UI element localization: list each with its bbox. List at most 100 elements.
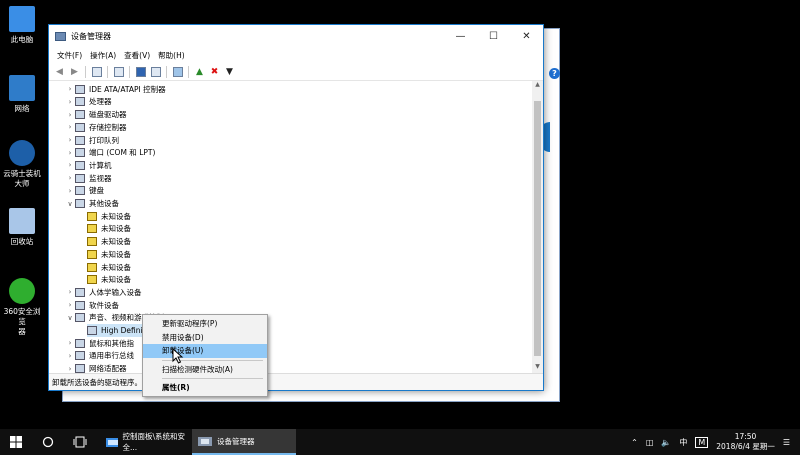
chevron-right-icon[interactable]: › bbox=[65, 98, 75, 106]
tree-category[interactable]: › 端口 (COM 和 LPT) bbox=[65, 147, 155, 160]
chevron-right-icon[interactable]: › bbox=[65, 301, 75, 309]
chevron-right-icon[interactable]: › bbox=[65, 352, 75, 360]
scan-hardware-icon[interactable] bbox=[171, 65, 184, 78]
task-view-button[interactable] bbox=[64, 429, 96, 455]
chevron-right-icon[interactable]: › bbox=[65, 149, 75, 157]
chevron-right-icon[interactable]: › bbox=[65, 123, 75, 131]
scroll-down-icon[interactable]: ▼ bbox=[532, 363, 543, 373]
volume-icon[interactable]: 🔈 bbox=[661, 438, 671, 447]
tree-child-item[interactable]: 未知设备 bbox=[87, 274, 131, 287]
maximize-button[interactable]: ☐ bbox=[477, 25, 510, 47]
system-tray: ⌃ ◫ 🔈 中 M 17:50 2018/6/4 星期一 ☰ bbox=[631, 432, 800, 452]
tree-item-label: 未知设备 bbox=[101, 275, 131, 285]
context-menu-separator bbox=[162, 378, 263, 379]
control-panel-icon bbox=[106, 437, 118, 447]
desktop-network[interactable]: 网络 bbox=[0, 75, 44, 114]
tree-category[interactable]: › 通用串行总线 bbox=[65, 350, 134, 363]
context-menu-item[interactable]: 卸载设备(U) bbox=[143, 344, 267, 358]
properties-icon[interactable] bbox=[112, 65, 125, 78]
tree-category[interactable]: › 存储控制器 bbox=[65, 121, 127, 134]
chevron-down-icon[interactable]: ∨ bbox=[65, 200, 75, 208]
scroll-up-icon[interactable]: ▲ bbox=[532, 81, 543, 91]
tree-child-item[interactable]: 未知设备 bbox=[87, 223, 131, 236]
tree-category[interactable]: › 软件设备 bbox=[65, 299, 119, 312]
unknown-device-warning-icon bbox=[87, 262, 97, 272]
chevron-right-icon[interactable]: › bbox=[65, 174, 75, 182]
desktop-recycle-bin[interactable]: 回收站 bbox=[0, 208, 44, 247]
tree-category[interactable]: › IDE ATA/ATAPI 控制器 bbox=[65, 83, 166, 96]
chevron-right-icon[interactable]: › bbox=[65, 365, 75, 373]
taskbar-control-panel[interactable]: 控制面板\系统和安全... bbox=[100, 429, 192, 455]
chevron-right-icon[interactable]: › bbox=[65, 111, 75, 119]
tree-child-item[interactable]: 未知设备 bbox=[87, 261, 131, 274]
scroll-thumb[interactable] bbox=[534, 101, 541, 356]
update-driver-icon[interactable]: ▲ bbox=[193, 65, 206, 78]
chevron-right-icon[interactable]: › bbox=[65, 339, 75, 347]
help-icon[interactable]: ? bbox=[549, 68, 560, 79]
start-button[interactable] bbox=[0, 429, 32, 455]
chevron-right-icon[interactable]: › bbox=[65, 288, 75, 296]
download-driver-icon[interactable]: ▼ bbox=[223, 65, 236, 78]
tree-child-item[interactable]: 未知设备 bbox=[87, 235, 131, 248]
vertical-scrollbar[interactable]: ▲ ▼ bbox=[532, 81, 543, 373]
tree-category[interactable]: › 磁盘驱动器 bbox=[65, 108, 127, 121]
tree-category[interactable]: › 网络适配器 bbox=[65, 362, 127, 373]
device-category-icon bbox=[75, 351, 85, 361]
unknown-device-warning-icon bbox=[87, 224, 97, 234]
tree-item-label: 打印队列 bbox=[89, 135, 119, 145]
chevron-right-icon[interactable]: › bbox=[65, 161, 75, 169]
tree-child-item[interactable]: 未知设备 bbox=[87, 248, 131, 261]
menu-file[interactable]: 文件(F) bbox=[53, 50, 86, 61]
device-category-icon bbox=[75, 84, 85, 94]
chevron-right-icon[interactable]: › bbox=[65, 85, 75, 93]
device-category-icon bbox=[75, 338, 85, 348]
chevron-right-icon[interactable]: › bbox=[65, 136, 75, 144]
help-toolbar-icon[interactable] bbox=[134, 65, 147, 78]
tray-expand-icon[interactable]: ⌃ bbox=[631, 438, 638, 447]
tree-category[interactable]: ∨ 其他设备 bbox=[65, 197, 119, 210]
desktop-icon-label: 回收站 bbox=[10, 237, 34, 246]
close-button[interactable]: ✕ bbox=[510, 25, 543, 47]
clock[interactable]: 17:50 2018/6/4 星期一 bbox=[716, 432, 775, 452]
show-hide-console-tree-icon[interactable] bbox=[90, 65, 103, 78]
menu-help[interactable]: 帮助(H) bbox=[154, 50, 189, 61]
ime-mode-label[interactable]: M bbox=[695, 436, 709, 448]
title-bar[interactable]: 设备管理器 — ☐ ✕ bbox=[49, 25, 543, 47]
tree-category[interactable]: › 鼠标和其他指 bbox=[65, 337, 134, 350]
minimize-button[interactable]: — bbox=[444, 25, 477, 47]
tree-category[interactable]: › 处理器 bbox=[65, 96, 112, 109]
forward-arrow-icon[interactable]: ▶ bbox=[68, 65, 81, 78]
tree-category[interactable]: › 键盘 bbox=[65, 185, 104, 198]
tree-category[interactable]: › 计算机 bbox=[65, 159, 112, 172]
chevron-down-icon[interactable]: ∨ bbox=[65, 314, 75, 322]
taskbar: 控制面板\系统和安全... 设备管理器 ⌃ ◫ 🔈 中 M 17:50 2018… bbox=[0, 429, 800, 455]
context-menu-item[interactable]: 更新驱动程序(P) bbox=[143, 317, 267, 331]
menu-action[interactable]: 操作(A) bbox=[86, 50, 120, 61]
context-menu-item[interactable]: 属性(R) bbox=[143, 381, 267, 395]
tree-category[interactable]: › 打印队列 bbox=[65, 134, 119, 147]
context-menu-item[interactable]: 扫描检测硬件改动(A) bbox=[143, 363, 267, 377]
uninstall-icon[interactable]: ✖ bbox=[208, 65, 221, 78]
desktop-this-pc[interactable]: 此电脑 bbox=[0, 6, 44, 45]
ime-label[interactable]: 中 bbox=[679, 437, 687, 448]
menu-view[interactable]: 查看(V) bbox=[120, 50, 154, 61]
context-menu: 更新驱动程序(P) 禁用设备(D) 卸载设备(U) 扫描检测硬件改动(A) 属性(R) bbox=[142, 314, 268, 397]
search-button[interactable] bbox=[32, 429, 64, 455]
chevron-right-icon[interactable]: › bbox=[65, 187, 75, 195]
desktop-browser-360[interactable]: 360安全浏览 器 bbox=[0, 278, 44, 337]
taskbar-device-manager[interactable]: 设备管理器 bbox=[192, 429, 296, 455]
desktop-yunqishi[interactable]: 云骑士装机 大师 bbox=[0, 140, 44, 189]
tree-item-label: 其他设备 bbox=[89, 199, 119, 209]
network-icon[interactable]: ◫ bbox=[646, 438, 654, 447]
device-category-icon bbox=[75, 300, 85, 310]
notification-icon[interactable]: ☰ bbox=[783, 438, 790, 447]
tree-child-item[interactable]: 未知设备 bbox=[87, 210, 131, 223]
desktop-icon-label: 网络 bbox=[14, 104, 30, 113]
context-menu-item[interactable]: 禁用设备(D) bbox=[143, 331, 267, 345]
back-arrow-icon[interactable]: ◀ bbox=[53, 65, 66, 78]
unknown-device-warning-icon bbox=[87, 275, 97, 285]
tree-category[interactable]: › 监视器 bbox=[65, 172, 112, 185]
device-manager-task-icon bbox=[198, 436, 212, 446]
tree-category[interactable]: › 人体学输入设备 bbox=[65, 286, 142, 299]
view-icon[interactable] bbox=[149, 65, 162, 78]
